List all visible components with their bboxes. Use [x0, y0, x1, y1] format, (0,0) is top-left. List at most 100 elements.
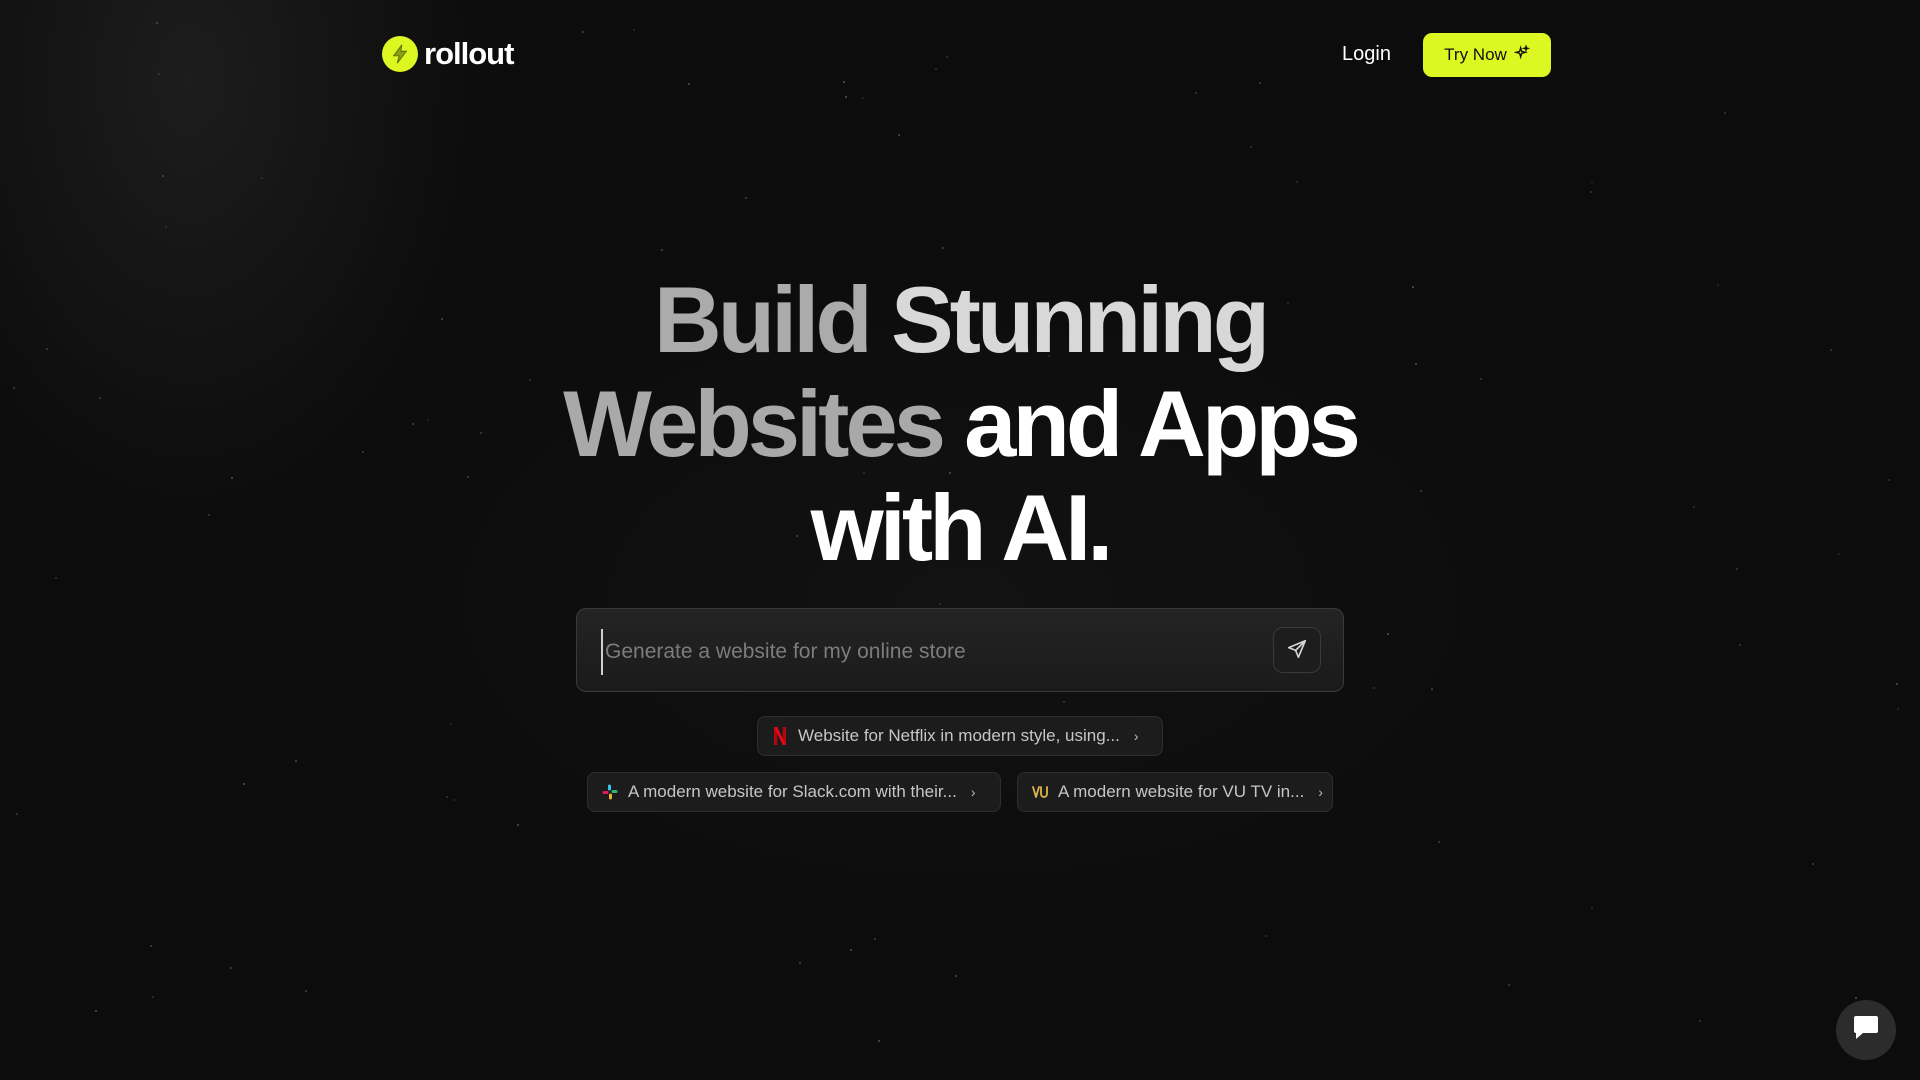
star-dot [412, 423, 414, 425]
star-dot [1373, 687, 1375, 689]
slack-logo-icon [602, 783, 618, 801]
star-dot [165, 226, 167, 228]
star-dot [1717, 284, 1719, 286]
star-dot [955, 975, 957, 977]
star-dot [453, 799, 455, 801]
vu-tv-logo-icon [1032, 783, 1048, 801]
star-dot [1699, 1020, 1701, 1022]
star-dot [16, 813, 18, 815]
star-dot [1431, 688, 1433, 690]
chat-launcher-button[interactable] [1836, 1000, 1896, 1060]
suggestion-chip-netflix[interactable]: Website for Netflix in modern style, usi… [757, 716, 1163, 756]
star-dot [850, 949, 852, 951]
star-dot [446, 796, 448, 798]
hero-line-3: with AI. [810, 475, 1114, 580]
star-dot [156, 22, 158, 24]
star-dot [939, 603, 941, 605]
star-dot [1590, 191, 1592, 193]
star-dot [1250, 146, 1252, 148]
star-dot [1508, 984, 1510, 986]
chat-bubble-icon [1851, 1014, 1881, 1047]
star-dot [1693, 506, 1695, 508]
star-dot [845, 96, 847, 98]
suggestion-label: Website for Netflix in modern style, usi… [798, 726, 1120, 745]
hero-word: and [964, 371, 1123, 476]
prompt-box [576, 608, 1344, 692]
star-dot [1265, 935, 1267, 937]
star-dot [261, 177, 263, 179]
hero-headline: Build Stunning Websites and Apps with AI… [460, 268, 1460, 580]
star-dot [1296, 181, 1298, 183]
logo-link[interactable]: rollout [382, 36, 514, 72]
star-dot [1855, 997, 1857, 999]
hero-line-2: Websites and Apps [460, 372, 1460, 476]
try-now-button[interactable]: Try Now [1423, 33, 1551, 77]
suggestion-label: A modern website for Slack.com with thei… [628, 782, 957, 801]
star-dot [231, 477, 233, 479]
star-dot [942, 247, 944, 249]
star-dot [1195, 92, 1197, 94]
star-dot [230, 967, 232, 969]
star-dot [898, 134, 900, 136]
logo-text: rollout [424, 36, 514, 71]
star-dot [1724, 112, 1726, 114]
star-dot [150, 945, 152, 947]
sparkles-icon [1513, 43, 1531, 66]
star-dot [1736, 568, 1738, 570]
star-dot [1438, 841, 1440, 843]
landing-page: rollout Login Try Now Build Stunning Web… [0, 0, 1920, 1080]
star-dot [1591, 907, 1593, 909]
star-dot [1739, 644, 1741, 646]
star-dot [1259, 82, 1261, 84]
lightning-bolt-icon [382, 36, 418, 72]
star-dot [874, 938, 876, 940]
star-dot [633, 29, 635, 31]
star-dot [935, 68, 937, 70]
star-dot [745, 197, 747, 199]
star-dot [517, 824, 519, 826]
star-dot [1387, 633, 1389, 635]
star-dot [862, 97, 864, 99]
star-dot [243, 783, 245, 785]
star-dot [1812, 863, 1814, 865]
star-dot [1897, 708, 1899, 710]
suggestion-chip-slack[interactable]: A modern website for Slack.com with thei… [587, 772, 1001, 812]
star-dot [878, 1040, 880, 1042]
star-dot [582, 31, 584, 33]
suggestion-chip-vu-tv[interactable]: A modern website for VU TV in... › [1017, 772, 1333, 812]
try-now-label: Try Now [1444, 45, 1507, 64]
star-dot [946, 56, 948, 58]
star-dot [661, 249, 663, 251]
login-link[interactable]: Login [1342, 43, 1391, 66]
star-dot [13, 387, 15, 389]
star-dot [158, 73, 160, 75]
star-dot [1888, 479, 1890, 481]
hero-word: Apps [1137, 371, 1361, 476]
prompt-input[interactable] [601, 629, 1247, 675]
star-dot [843, 81, 845, 83]
star-dot [1591, 181, 1593, 183]
star-dot [427, 419, 429, 421]
star-dot [450, 723, 452, 725]
hero-line-1: Build Stunning [460, 268, 1460, 372]
suggestion-label: A modern website for VU TV in... [1058, 782, 1305, 801]
star-dot [1838, 553, 1840, 555]
star-dot [1896, 683, 1898, 685]
star-dot [1063, 701, 1065, 703]
star-dot [295, 760, 297, 762]
star-dot [1480, 378, 1482, 380]
chevron-right-icon: › [1133, 728, 1139, 744]
star-dot [1830, 349, 1832, 351]
hero-word: Build [653, 267, 873, 372]
star-dot [362, 451, 364, 453]
star-dot [305, 990, 307, 992]
hero-word: Stunning [890, 267, 1270, 372]
send-button[interactable] [1273, 627, 1321, 673]
netflix-logo-icon [772, 727, 788, 745]
star-dot [46, 348, 48, 350]
star-dot [208, 514, 210, 516]
chevron-right-icon: › [1318, 784, 1323, 800]
hero-word: Websites [563, 371, 946, 476]
star-dot [799, 962, 801, 964]
star-dot [55, 577, 57, 579]
